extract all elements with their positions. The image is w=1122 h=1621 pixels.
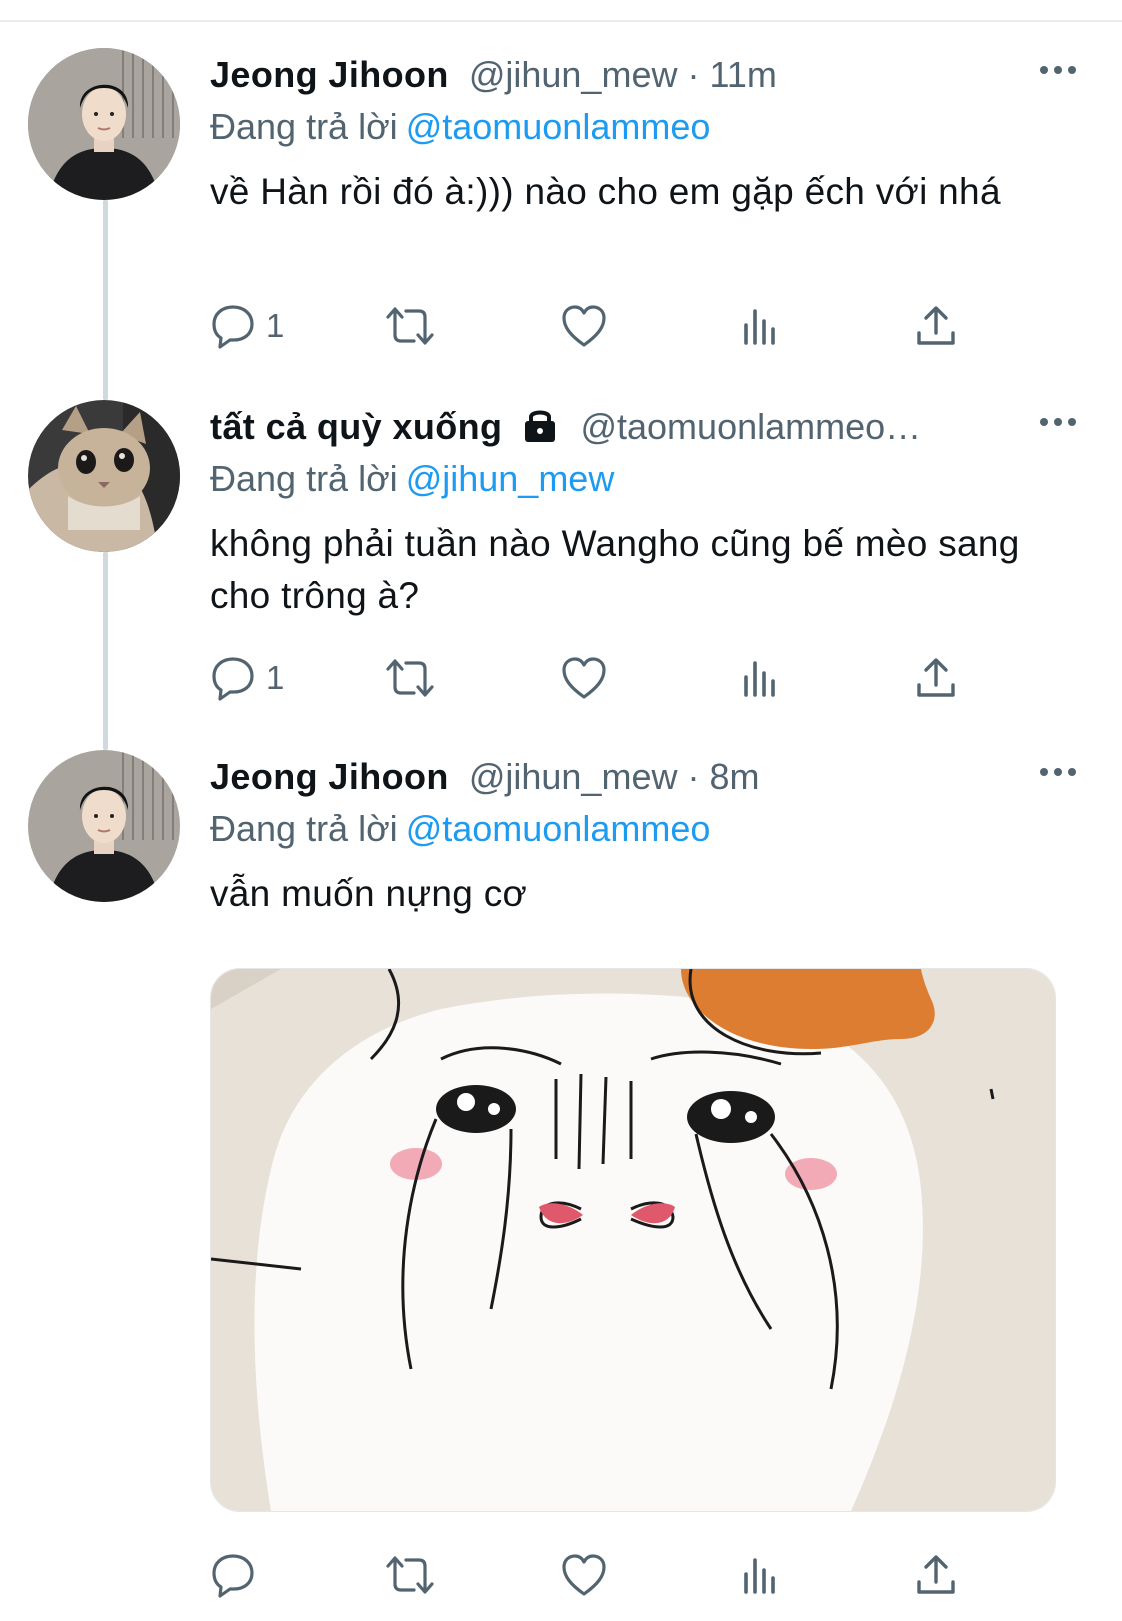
- share-icon: [914, 655, 958, 701]
- like-icon: [560, 303, 608, 349]
- replying-label: Đang trả lời: [210, 458, 398, 499]
- display-name[interactable]: Jeong Jihoon: [210, 756, 449, 797]
- retweet-icon: [382, 303, 438, 349]
- avatar[interactable]: [28, 750, 180, 902]
- tweet-text: vẫn muốn nựng cơ: [210, 873, 528, 914]
- tweet-text: không phải tuần nào Wangho cũng bế mèo s…: [210, 523, 1020, 616]
- tweet-header: tất cả quỳ xuống @taomuonlammeo…: [210, 402, 1060, 452]
- display-name[interactable]: tất cả quỳ xuống: [210, 406, 502, 447]
- tweet[interactable]: Jeong Jihoon @jihun_mew · 11m Đang trả l…: [0, 48, 1122, 378]
- lock-icon: [520, 406, 560, 456]
- replying-label: Đang trả lời: [210, 106, 398, 147]
- share-button[interactable]: [914, 301, 958, 351]
- retweet-button[interactable]: [382, 301, 438, 351]
- mention-link[interactable]: @taomuonlammeo: [406, 106, 711, 147]
- reply-button[interactable]: 1: [210, 301, 284, 351]
- reply-button[interactable]: 1: [210, 653, 284, 703]
- reply-count: 1: [266, 659, 285, 696]
- more-icon[interactable]: [1035, 50, 1081, 90]
- mention-link[interactable]: @taomuonlammeo: [406, 808, 711, 849]
- views-button[interactable]: [740, 1550, 780, 1600]
- top-divider: [0, 20, 1122, 22]
- separator: ·: [687, 756, 700, 797]
- reply-count: 1: [266, 307, 285, 344]
- like-icon: [560, 655, 608, 701]
- action-bar: 1: [210, 653, 1010, 703]
- tweet[interactable]: Jeong Jihoon @jihun_mew · 8m Đang trả lờ…: [0, 750, 1122, 1621]
- like-button[interactable]: [560, 653, 608, 703]
- tweet[interactable]: tất cả quỳ xuống @taomuonlammeo… Đang tr…: [0, 400, 1122, 730]
- replying-to: Đang trả lời @taomuonlammeo: [210, 804, 710, 854]
- more-icon[interactable]: [1035, 752, 1081, 792]
- retweet-icon: [382, 655, 438, 701]
- display-name[interactable]: Jeong Jihoon: [210, 54, 449, 95]
- tweet-header: Jeong Jihoon @jihun_mew · 11m: [210, 50, 1060, 100]
- tweet-image[interactable]: [210, 968, 1056, 1512]
- user-handle[interactable]: @taomuonlammeo…: [580, 406, 921, 447]
- share-icon: [914, 1552, 958, 1598]
- share-button[interactable]: [914, 1550, 958, 1600]
- like-button[interactable]: [560, 1550, 608, 1600]
- reply-icon: [210, 655, 256, 701]
- tweet-header: Jeong Jihoon @jihun_mew · 8m: [210, 752, 1060, 802]
- separator: ·: [687, 54, 700, 95]
- action-bar: [210, 1550, 1010, 1600]
- avatar[interactable]: [28, 400, 180, 552]
- retweet-icon: [382, 1552, 438, 1598]
- reply-icon: [210, 1552, 256, 1598]
- replying-to: Đang trả lời @taomuonlammeo: [210, 102, 710, 152]
- views-button[interactable]: [740, 301, 780, 351]
- avatar[interactable]: [28, 48, 180, 200]
- mention-link[interactable]: @jihun_mew: [406, 458, 615, 499]
- retweet-button[interactable]: [382, 1550, 438, 1600]
- share-icon: [914, 303, 958, 349]
- more-icon[interactable]: [1035, 402, 1081, 442]
- replying-to: Đang trả lời @jihun_mew: [210, 454, 614, 504]
- reply-icon: [210, 303, 256, 349]
- reply-button[interactable]: [210, 1550, 256, 1600]
- like-icon: [560, 1552, 608, 1598]
- replying-label: Đang trả lời: [210, 808, 398, 849]
- views-icon: [740, 655, 780, 701]
- tweet-text: về Hàn rồi đó à:))) nào cho em gặp ếch v…: [210, 171, 1001, 212]
- timestamp[interactable]: 11m: [710, 54, 777, 95]
- timestamp[interactable]: 8m: [710, 756, 760, 797]
- user-handle[interactable]: @jihun_mew: [469, 54, 678, 95]
- like-button[interactable]: [560, 301, 608, 351]
- user-handle[interactable]: @jihun_mew: [469, 756, 678, 797]
- views-icon: [740, 303, 780, 349]
- retweet-button[interactable]: [382, 653, 438, 703]
- views-button[interactable]: [740, 653, 780, 703]
- share-button[interactable]: [914, 653, 958, 703]
- action-bar: 1: [210, 301, 1010, 351]
- views-icon: [740, 1552, 780, 1598]
